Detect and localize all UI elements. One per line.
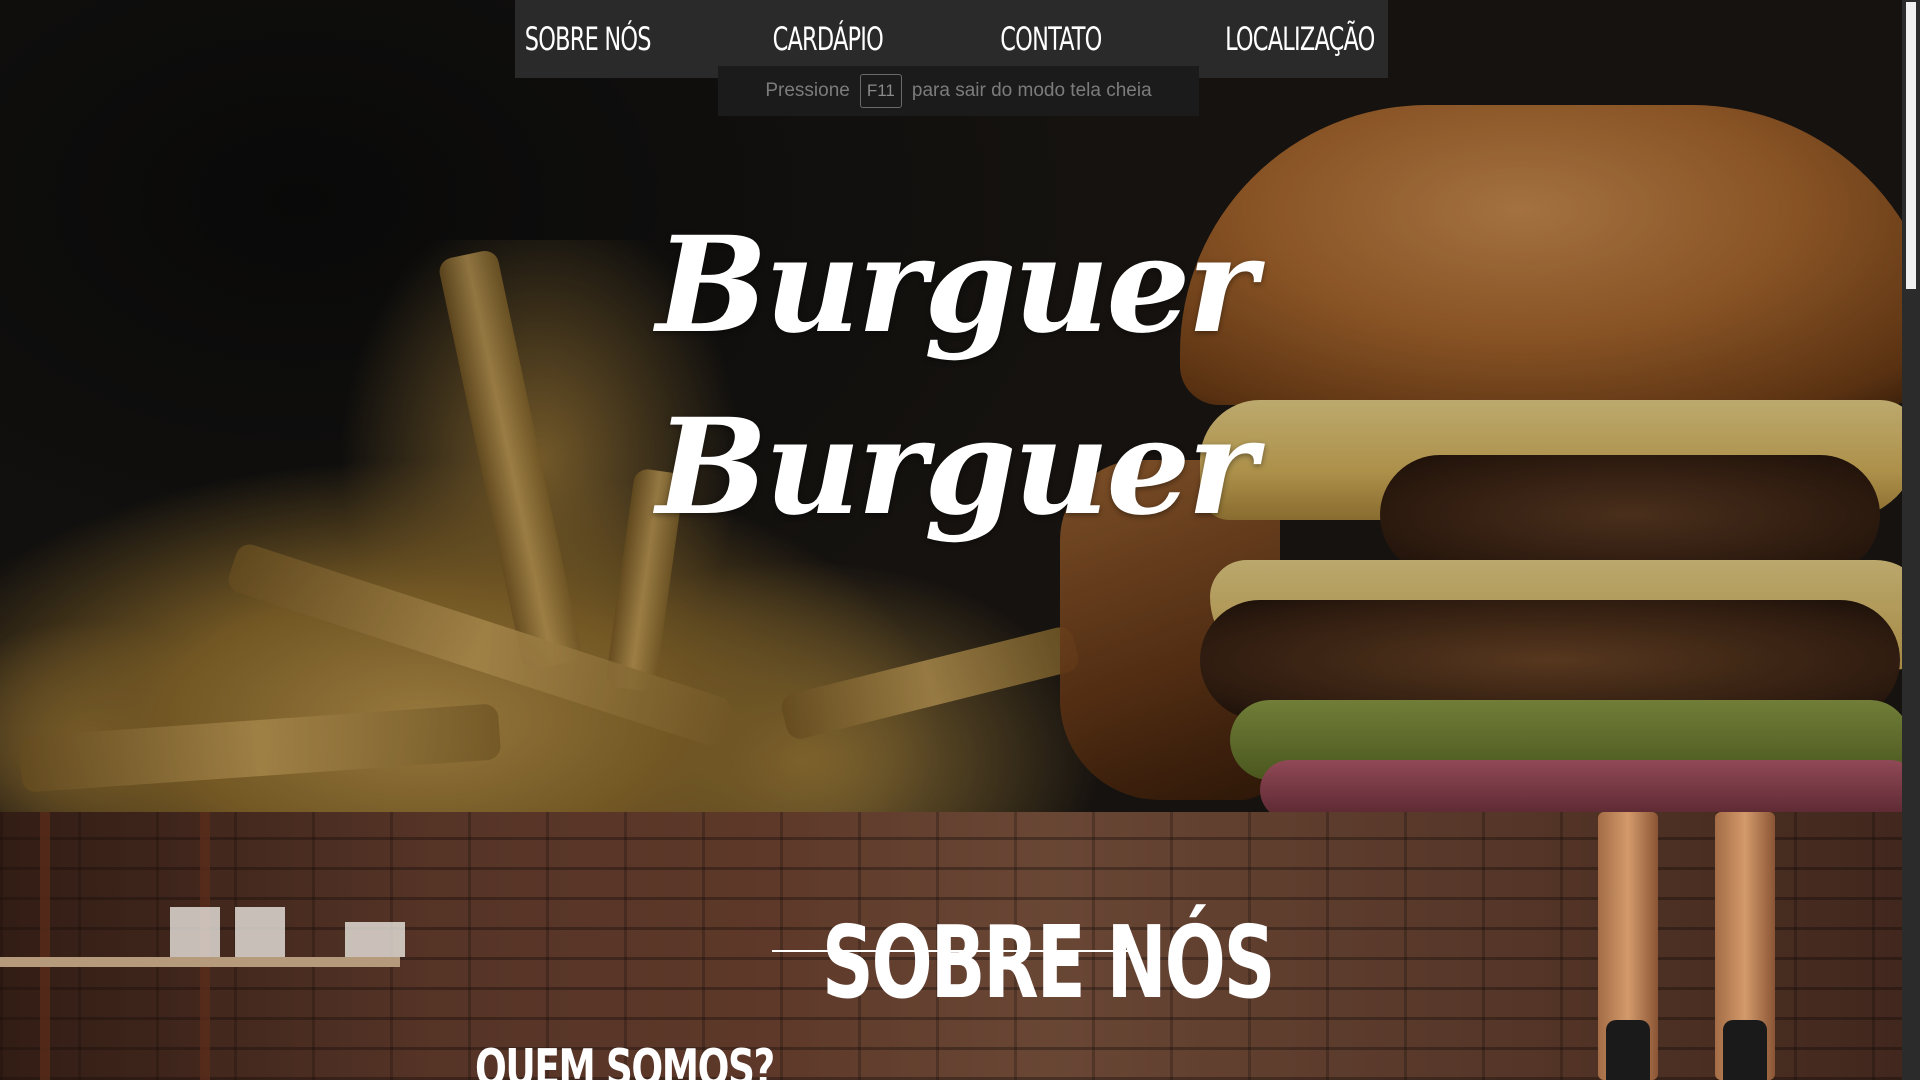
- about-title: SOBRE NÓS: [821, 904, 1276, 1021]
- page: Burguer Burguer SOBRE NÓS CARDÁPIO CONTA…: [0, 0, 1920, 1080]
- fullscreen-notice-suffix: para sair do modo tela cheia: [911, 80, 1152, 101]
- scrollbar-thumb[interactable]: [1906, 2, 1916, 289]
- nav-item-localizacao[interactable]: LOCALIZAÇÃO: [1225, 20, 1375, 58]
- about-title-underline: [772, 950, 1128, 952]
- coffee-box-image: [345, 922, 405, 957]
- f11-key: F11: [859, 74, 902, 108]
- about-subtitle: QUEM SOMOS?: [475, 1039, 775, 1080]
- ski-binding: [1606, 1020, 1650, 1080]
- ski-image: [1598, 812, 1658, 1080]
- ski-binding: [1723, 1020, 1767, 1080]
- hero-section: Burguer Burguer: [0, 0, 1902, 812]
- coffee-box-image: [170, 907, 220, 957]
- about-section: SOBRE NÓS QUEM SOMOS?: [0, 812, 1902, 1080]
- nav-item-contato[interactable]: CONTATO: [1001, 20, 1103, 58]
- shelf-image: [0, 957, 400, 967]
- fullscreen-notice: Pressione F11 para sair do modo tela che…: [718, 66, 1199, 116]
- page-scrollbar[interactable]: [1902, 0, 1920, 1080]
- fullscreen-notice-prefix: Pressione: [765, 80, 850, 101]
- hero-title-line-1: Burguer: [656, 208, 1257, 363]
- hero-title: Burguer Burguer: [620, 195, 1290, 559]
- nav-item-cardapio[interactable]: CARDÁPIO: [772, 20, 883, 58]
- nav-item-sobre-nos[interactable]: SOBRE NÓS: [525, 20, 652, 58]
- ski-image: [1715, 812, 1775, 1080]
- hero-title-line-2: Burguer: [656, 390, 1257, 545]
- coffee-box-image: [235, 907, 285, 957]
